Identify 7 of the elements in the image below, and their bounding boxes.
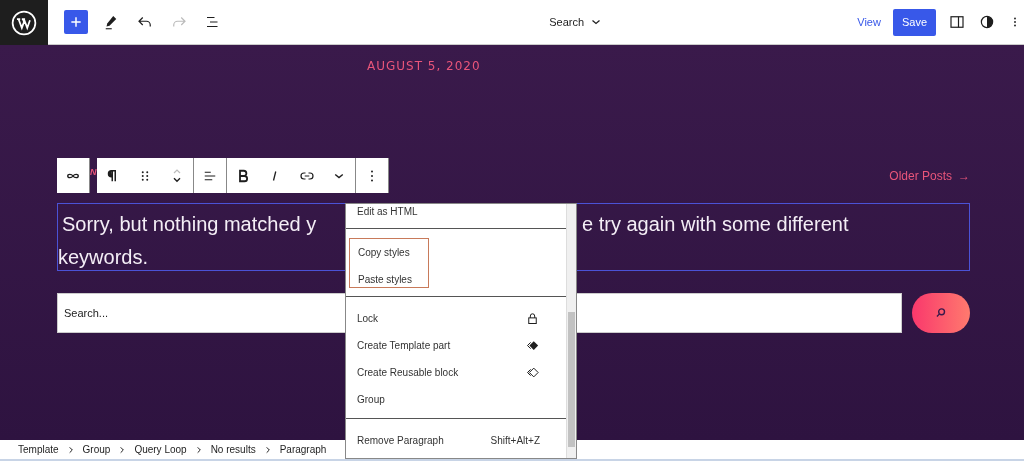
arrow-symbol: → [958, 168, 970, 183]
paragraph-text: Sorry, but nothing matched y [62, 212, 318, 237]
post-date: AUGUST 5, 2020 [367, 59, 481, 73]
cut-off-text: N [90, 167, 97, 177]
paragraph-text: keywords. [58, 246, 149, 268]
paragraph-text: e try again with some different [582, 212, 850, 237]
keyboard-shortcut: Shift+Alt+Z [490, 435, 540, 446]
